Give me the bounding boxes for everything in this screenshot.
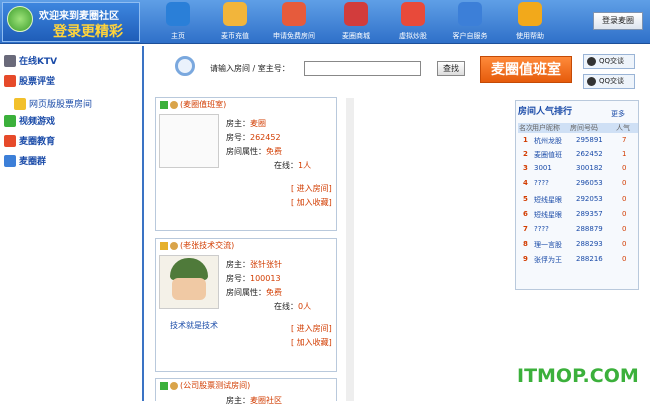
- logo-login-text: 登录更精彩: [53, 24, 123, 40]
- room-title[interactable]: (公司股票测试房间): [156, 379, 336, 393]
- search-input[interactable]: [304, 61, 421, 76]
- qq-icon: [587, 57, 596, 66]
- nav-home[interactable]: 主页: [150, 2, 206, 42]
- new-badge-icon: [4, 74, 16, 87]
- sidebar-item-web-stock-room[interactable]: 网页版股票房间: [14, 97, 92, 111]
- ranking-row[interactable]: 4???? 296053 0: [518, 178, 638, 191]
- enter-icon: [160, 381, 168, 390]
- people-icon: [4, 154, 16, 167]
- folder-icon: [14, 97, 26, 110]
- ranking-row[interactable]: 1 杭州龙股 295891 7: [518, 135, 638, 148]
- globe-icon: [166, 2, 190, 26]
- enter-room-link[interactable]: [ 进入房间]: [291, 323, 332, 334]
- find-button[interactable]: 查找: [437, 61, 465, 76]
- sidebar-item-education[interactable]: 麦圈教育: [4, 134, 55, 148]
- ranking-header: 名次 用户昵称 房间号码 人气: [518, 123, 638, 133]
- ranking-row[interactable]: 5 短线星眼 292053 0: [518, 194, 638, 207]
- ranking-row[interactable]: 7???? 288879 0: [518, 224, 638, 237]
- ranking-title: 房间人气排行: [518, 107, 573, 117]
- nav-virtual-trading[interactable]: 虚拟炒股: [385, 2, 441, 42]
- ranking-row[interactable]: 9 张俘为王 288216 0: [518, 254, 638, 267]
- search-icon: [175, 56, 195, 76]
- logo-emblem-icon: [7, 6, 33, 32]
- face-icon: [172, 278, 206, 300]
- enter-room-link[interactable]: [ 进入房间]: [291, 183, 332, 194]
- question-icon: [518, 2, 542, 26]
- top-navigation-bar: 欢迎来到麦圈社区 登录更精彩 主页 麦币充值 申请免费房间 麦圈商城 虚拟炒股 …: [0, 0, 650, 44]
- gear-icon: [458, 2, 482, 26]
- room-avatar[interactable]: [159, 255, 219, 309]
- room-card: (麦圈值班室) 房主：麦圈 房号：262452 房间属性：免费 在线：1人 [ …: [155, 97, 337, 231]
- qq-chat-button[interactable]: QQ交谈: [583, 74, 635, 89]
- room-attr: 房间属性：免费: [226, 147, 282, 156]
- enter-icon: [160, 100, 168, 109]
- add-favorite-link[interactable]: [ 加入收藏]: [291, 197, 332, 208]
- basket-icon: [344, 2, 368, 26]
- room-card: (老张技术交流) 房主：张针张针 房号：100013 房间属性：免费 在线：0人…: [155, 238, 337, 372]
- room-attr: 房间属性：免费: [226, 288, 282, 297]
- game-icon: [4, 114, 16, 127]
- qq-icon: [587, 77, 596, 86]
- room-online: 在线：0人: [274, 302, 312, 311]
- room-title[interactable]: (老张技术交流): [156, 239, 336, 253]
- site-logo[interactable]: 欢迎来到麦圈社区 登录更精彩: [2, 2, 140, 42]
- phone-icon: [4, 54, 16, 67]
- nav-shop[interactable]: 麦圈商城: [328, 2, 384, 42]
- logo-welcome-text: 欢迎来到麦圈社区: [39, 11, 119, 22]
- sidebar-item-stock-hall[interactable]: 股票评堂: [4, 74, 55, 88]
- room-owner: 房主：张针张针: [226, 260, 282, 269]
- ranking-row[interactable]: 6 短线星眼 289357 0: [518, 209, 638, 222]
- coins-icon: [223, 2, 247, 26]
- room-online: 在线：1人: [274, 161, 312, 170]
- helmet-icon: [170, 258, 208, 280]
- search-label: 请输入房间 / 室主号：: [210, 64, 290, 73]
- room-owner: 房主：麦圈: [226, 119, 266, 128]
- main-scrollbar[interactable]: [346, 98, 354, 401]
- room-thumbnail[interactable]: [159, 114, 219, 168]
- watermark: ITMOP.COM: [517, 365, 639, 387]
- sidebar-item-ktv[interactable]: 在线KTV: [4, 54, 57, 68]
- room-id: 房号：262452: [226, 133, 281, 142]
- nav-recharge[interactable]: 麦币充值: [207, 2, 263, 42]
- popularity-ranking-panel: 房间人气排行 更多 名次 用户昵称 房间号码 人气 1 杭州龙股 295891 7 2…: [515, 100, 639, 290]
- room-card: (公司股票测试房间) 房主：麦圈社区: [155, 378, 337, 405]
- new-badge-icon: [4, 134, 16, 147]
- sidebar-item-video-game[interactable]: 视频游戏: [4, 114, 55, 128]
- sidebar-item-group[interactable]: 麦圈群: [4, 154, 46, 168]
- duty-room-banner[interactable]: 麦圈值班室: [480, 56, 572, 83]
- room-title[interactable]: (麦圈值班室): [156, 98, 336, 112]
- login-button[interactable]: 登录麦圈: [593, 12, 643, 30]
- ranking-row[interactable]: 3 3001 300182 0: [518, 163, 638, 176]
- room-description: 技术就是技术: [170, 321, 218, 330]
- sidebar: 在线KTV 股票评堂 网页版股票房间 视频游戏 麦圈教育 麦圈群: [4, 46, 144, 401]
- lock-icon: [160, 241, 168, 250]
- nav-self-service[interactable]: 客户自服务: [442, 2, 498, 42]
- ranking-row[interactable]: 2 麦圈值班 262452 1: [518, 149, 638, 162]
- ranking-more-link[interactable]: 更多: [611, 109, 625, 119]
- ranking-row[interactable]: 8 理一言股 288293 0: [518, 239, 638, 252]
- user-icon: [170, 241, 178, 250]
- qq-chat-button[interactable]: QQ交谈: [583, 54, 635, 69]
- nav-apply-room[interactable]: 申请免费房间: [266, 2, 322, 42]
- room-id: 房号：100013: [226, 274, 281, 283]
- add-favorite-link[interactable]: [ 加入收藏]: [291, 337, 332, 348]
- user-icon: [170, 100, 178, 109]
- user-icon: [170, 381, 178, 390]
- house-icon: [282, 2, 306, 26]
- chart-icon: [401, 2, 425, 26]
- nav-help[interactable]: 使用帮助: [502, 2, 558, 42]
